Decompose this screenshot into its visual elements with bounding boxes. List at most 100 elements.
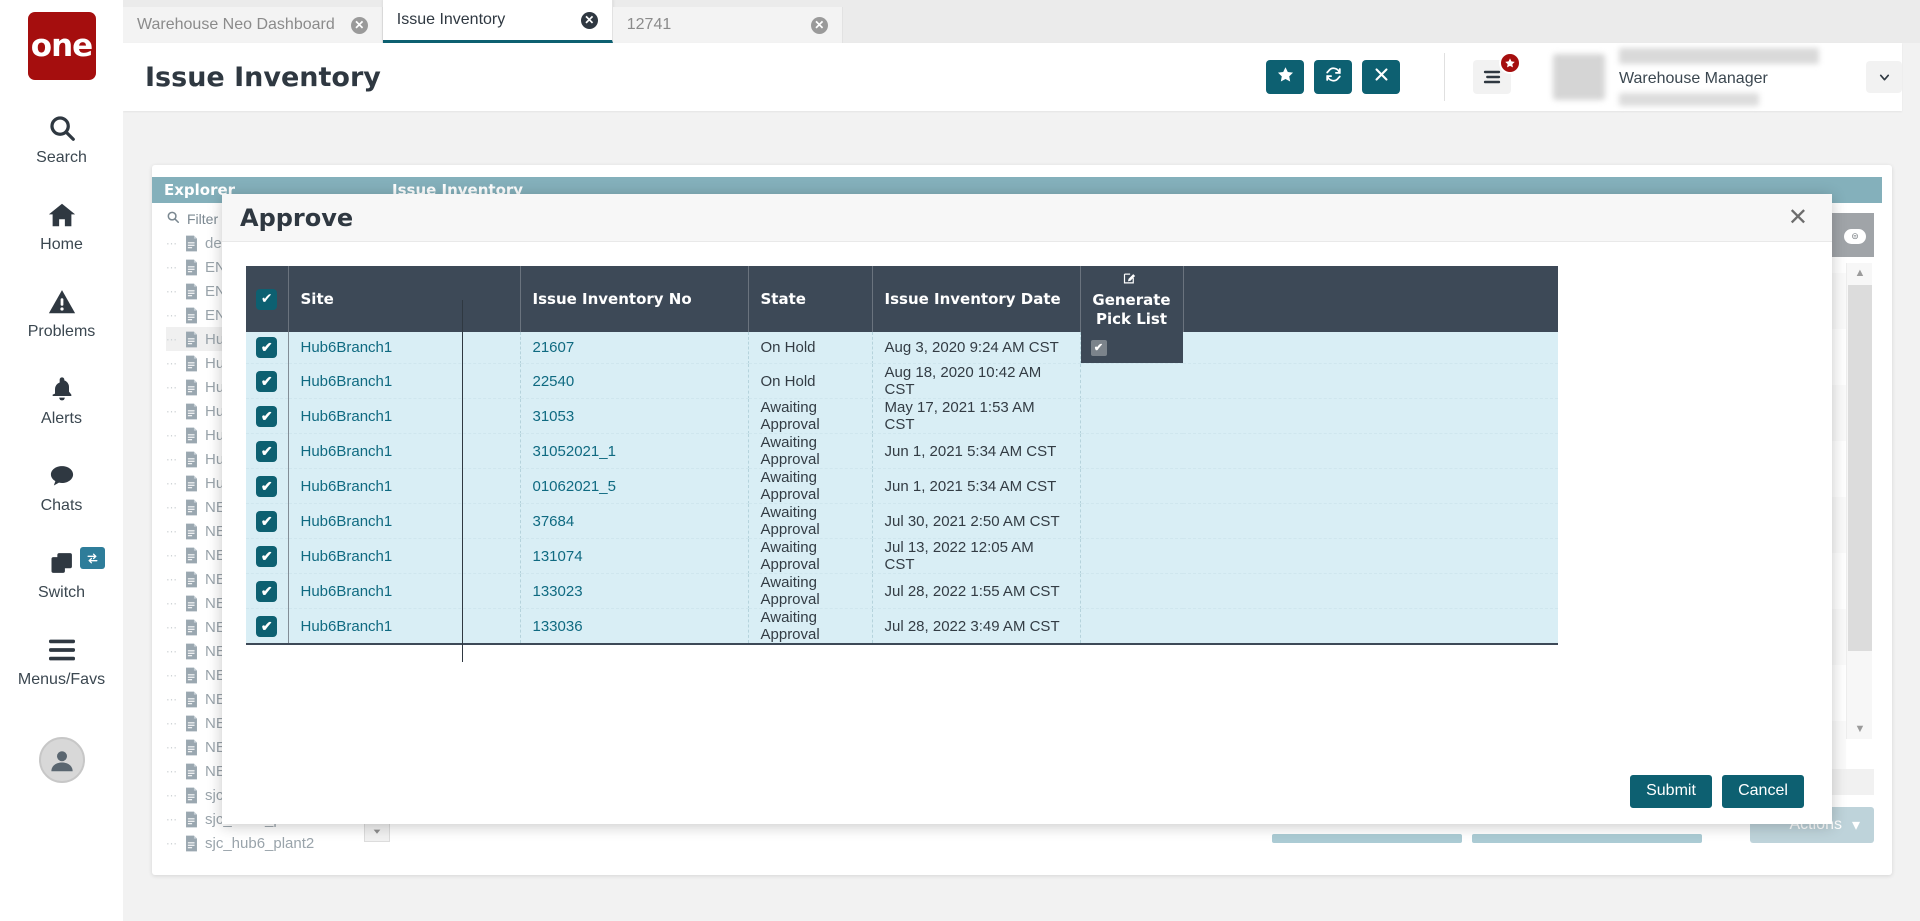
close-page-button[interactable]: [1362, 60, 1400, 94]
column-header-generate-pick-list[interactable]: Generate Pick List: [1080, 266, 1183, 332]
sidebar-item-switch[interactable]: Switch: [0, 545, 123, 602]
modal-close-icon[interactable]: ✕: [1782, 206, 1814, 230]
cell-site[interactable]: Hub6Branch1: [288, 469, 520, 504]
cell-filler: [1183, 332, 1558, 364]
cell-site[interactable]: Hub6Branch1: [288, 364, 520, 399]
row-select-checkbox[interactable]: ✔: [256, 581, 277, 602]
tab-close-icon[interactable]: ✕: [581, 12, 598, 29]
tab-warehouse-neo-dashboard[interactable]: Warehouse Neo Dashboard ✕: [123, 7, 383, 43]
cell-generate-pick-list[interactable]: [1080, 399, 1183, 434]
tab-12741[interactable]: 12741 ✕: [613, 7, 843, 43]
generate-pick-list-checkbox[interactable]: ✔: [1091, 340, 1107, 356]
document-icon: [184, 763, 199, 780]
row-select-cell[interactable]: ✔: [246, 469, 288, 504]
row-select-checkbox[interactable]: ✔: [256, 616, 277, 637]
row-select-checkbox[interactable]: ✔: [256, 371, 277, 392]
cell-generate-pick-list[interactable]: [1080, 469, 1183, 504]
row-select-cell[interactable]: ✔: [246, 434, 288, 469]
switch-toggle-badge[interactable]: [80, 547, 105, 569]
sidebar-item-chats[interactable]: Chats: [0, 458, 123, 515]
cell-issue-inventory-no[interactable]: 133023: [520, 574, 748, 609]
row-select-checkbox[interactable]: ✔: [256, 511, 277, 532]
app-logo[interactable]: one: [28, 12, 96, 80]
table-row[interactable]: ✔Hub6Branch137684Awaiting ApprovalJul 30…: [246, 504, 1558, 539]
table-row[interactable]: ✔Hub6Branch1131074Awaiting ApprovalJul 1…: [246, 539, 1558, 574]
scroll-down-arrow-icon[interactable]: ▼: [1847, 719, 1873, 739]
cell-state: Awaiting Approval: [748, 469, 872, 504]
row-select-cell[interactable]: ✔: [246, 574, 288, 609]
table-row[interactable]: ✔Hub6Branch1133023Awaiting ApprovalJul 2…: [246, 574, 1558, 609]
column-header-issue-inventory-no[interactable]: Issue Inventory No: [520, 266, 748, 332]
row-select-cell[interactable]: ✔: [246, 364, 288, 399]
cell-issue-inventory-no[interactable]: 37684: [520, 504, 748, 539]
cell-site[interactable]: Hub6Branch1: [288, 434, 520, 469]
user-profile-block[interactable]: Warehouse Manager: [1553, 48, 1834, 106]
table-row[interactable]: ✔Hub6Branch101062021_5Awaiting ApprovalJ…: [246, 469, 1558, 504]
sidebar-item-alerts[interactable]: Alerts: [0, 371, 123, 428]
cell-issue-inventory-no[interactable]: 21607: [520, 332, 748, 364]
table-row[interactable]: ✔Hub6Branch1133036Awaiting ApprovalJul 2…: [246, 609, 1558, 645]
user-menu-chevron-down-icon[interactable]: [1866, 61, 1902, 93]
footer-action-placeholder[interactable]: [1272, 834, 1462, 843]
footer-action-placeholder[interactable]: [1472, 834, 1702, 843]
column-header-site[interactable]: Site: [288, 266, 520, 332]
tree-connector: ⋯: [166, 453, 178, 466]
row-select-cell[interactable]: ✔: [246, 504, 288, 539]
tab-close-icon[interactable]: ✕: [811, 17, 828, 34]
cell-generate-pick-list[interactable]: [1080, 539, 1183, 574]
cell-generate-pick-list[interactable]: [1080, 434, 1183, 469]
row-select-checkbox[interactable]: ✔: [256, 406, 277, 427]
grid-vertical-scrollbar[interactable]: ▲ ▼: [1846, 263, 1872, 739]
scrollbar-thumb[interactable]: [1848, 285, 1872, 651]
table-row[interactable]: ✔Hub6Branch131052021_1Awaiting ApprovalJ…: [246, 434, 1558, 469]
cell-issue-inventory-no[interactable]: 133036: [520, 609, 748, 645]
column-header-issue-inventory-date[interactable]: Issue Inventory Date: [872, 266, 1080, 332]
submit-button[interactable]: Submit: [1630, 775, 1712, 808]
sidebar-item-menus-favs[interactable]: Menus/Favs: [0, 632, 123, 689]
cancel-button[interactable]: Cancel: [1722, 775, 1804, 808]
column-header-state[interactable]: State: [748, 266, 872, 332]
document-icon: [184, 691, 199, 708]
row-select-cell[interactable]: ✔: [246, 539, 288, 574]
table-row[interactable]: ✔Hub6Branch121607On HoldAug 3, 2020 9:24…: [246, 332, 1558, 364]
table-row[interactable]: ✔Hub6Branch131053Awaiting ApprovalMay 17…: [246, 399, 1558, 434]
cell-site[interactable]: Hub6Branch1: [288, 504, 520, 539]
cell-site[interactable]: Hub6Branch1: [288, 609, 520, 645]
menus-favs-button[interactable]: [1473, 60, 1511, 94]
cell-site[interactable]: Hub6Branch1: [288, 574, 520, 609]
tab-issue-inventory[interactable]: Issue Inventory ✕: [383, 0, 613, 43]
generate-pick-list-cell-active[interactable]: ✔: [1081, 332, 1184, 363]
row-select-checkbox[interactable]: ✔: [256, 546, 277, 567]
tab-close-icon[interactable]: ✕: [351, 17, 368, 34]
row-select-checkbox[interactable]: ✔: [256, 476, 277, 497]
sidebar-item-search[interactable]: Search: [0, 110, 123, 167]
cell-issue-inventory-no[interactable]: 31053: [520, 399, 748, 434]
sidebar-item-home[interactable]: Home: [0, 197, 123, 254]
cell-site[interactable]: Hub6Branch1: [288, 539, 520, 574]
row-select-checkbox[interactable]: ✔: [256, 441, 277, 462]
select-all-header[interactable]: ✔: [246, 266, 288, 332]
avatar[interactable]: [39, 737, 85, 783]
cell-generate-pick-list[interactable]: [1080, 364, 1183, 399]
favorite-button[interactable]: [1266, 60, 1304, 94]
row-select-cell[interactable]: ✔: [246, 609, 288, 645]
cell-generate-pick-list[interactable]: [1080, 504, 1183, 539]
table-row[interactable]: ✔Hub6Branch122540On HoldAug 18, 2020 10:…: [246, 364, 1558, 399]
row-select-cell[interactable]: ✔: [246, 332, 288, 364]
cell-issue-inventory-no[interactable]: 22540: [520, 364, 748, 399]
cell-site[interactable]: Hub6Branch1: [288, 332, 520, 364]
select-all-checkbox[interactable]: ✔: [256, 289, 277, 310]
cell-generate-pick-list[interactable]: [1080, 609, 1183, 645]
scroll-up-arrow-icon[interactable]: ▲: [1847, 263, 1873, 283]
cell-issue-inventory-no[interactable]: 01062021_5: [520, 469, 748, 504]
row-select-cell[interactable]: ✔: [246, 399, 288, 434]
cell-issue-inventory-no[interactable]: 131074: [520, 539, 748, 574]
cell-generate-pick-list[interactable]: [1080, 574, 1183, 609]
cell-issue-inventory-date: Jul 28, 2022 1:55 AM CST: [872, 574, 1080, 609]
cell-issue-inventory-no[interactable]: 31052021_1: [520, 434, 748, 469]
cell-generate-pick-list[interactable]: ✔: [1080, 332, 1183, 364]
row-select-checkbox[interactable]: ✔: [256, 337, 277, 358]
cell-site[interactable]: Hub6Branch1: [288, 399, 520, 434]
sidebar-item-problems[interactable]: Problems: [0, 284, 123, 341]
refresh-button[interactable]: [1314, 60, 1352, 94]
